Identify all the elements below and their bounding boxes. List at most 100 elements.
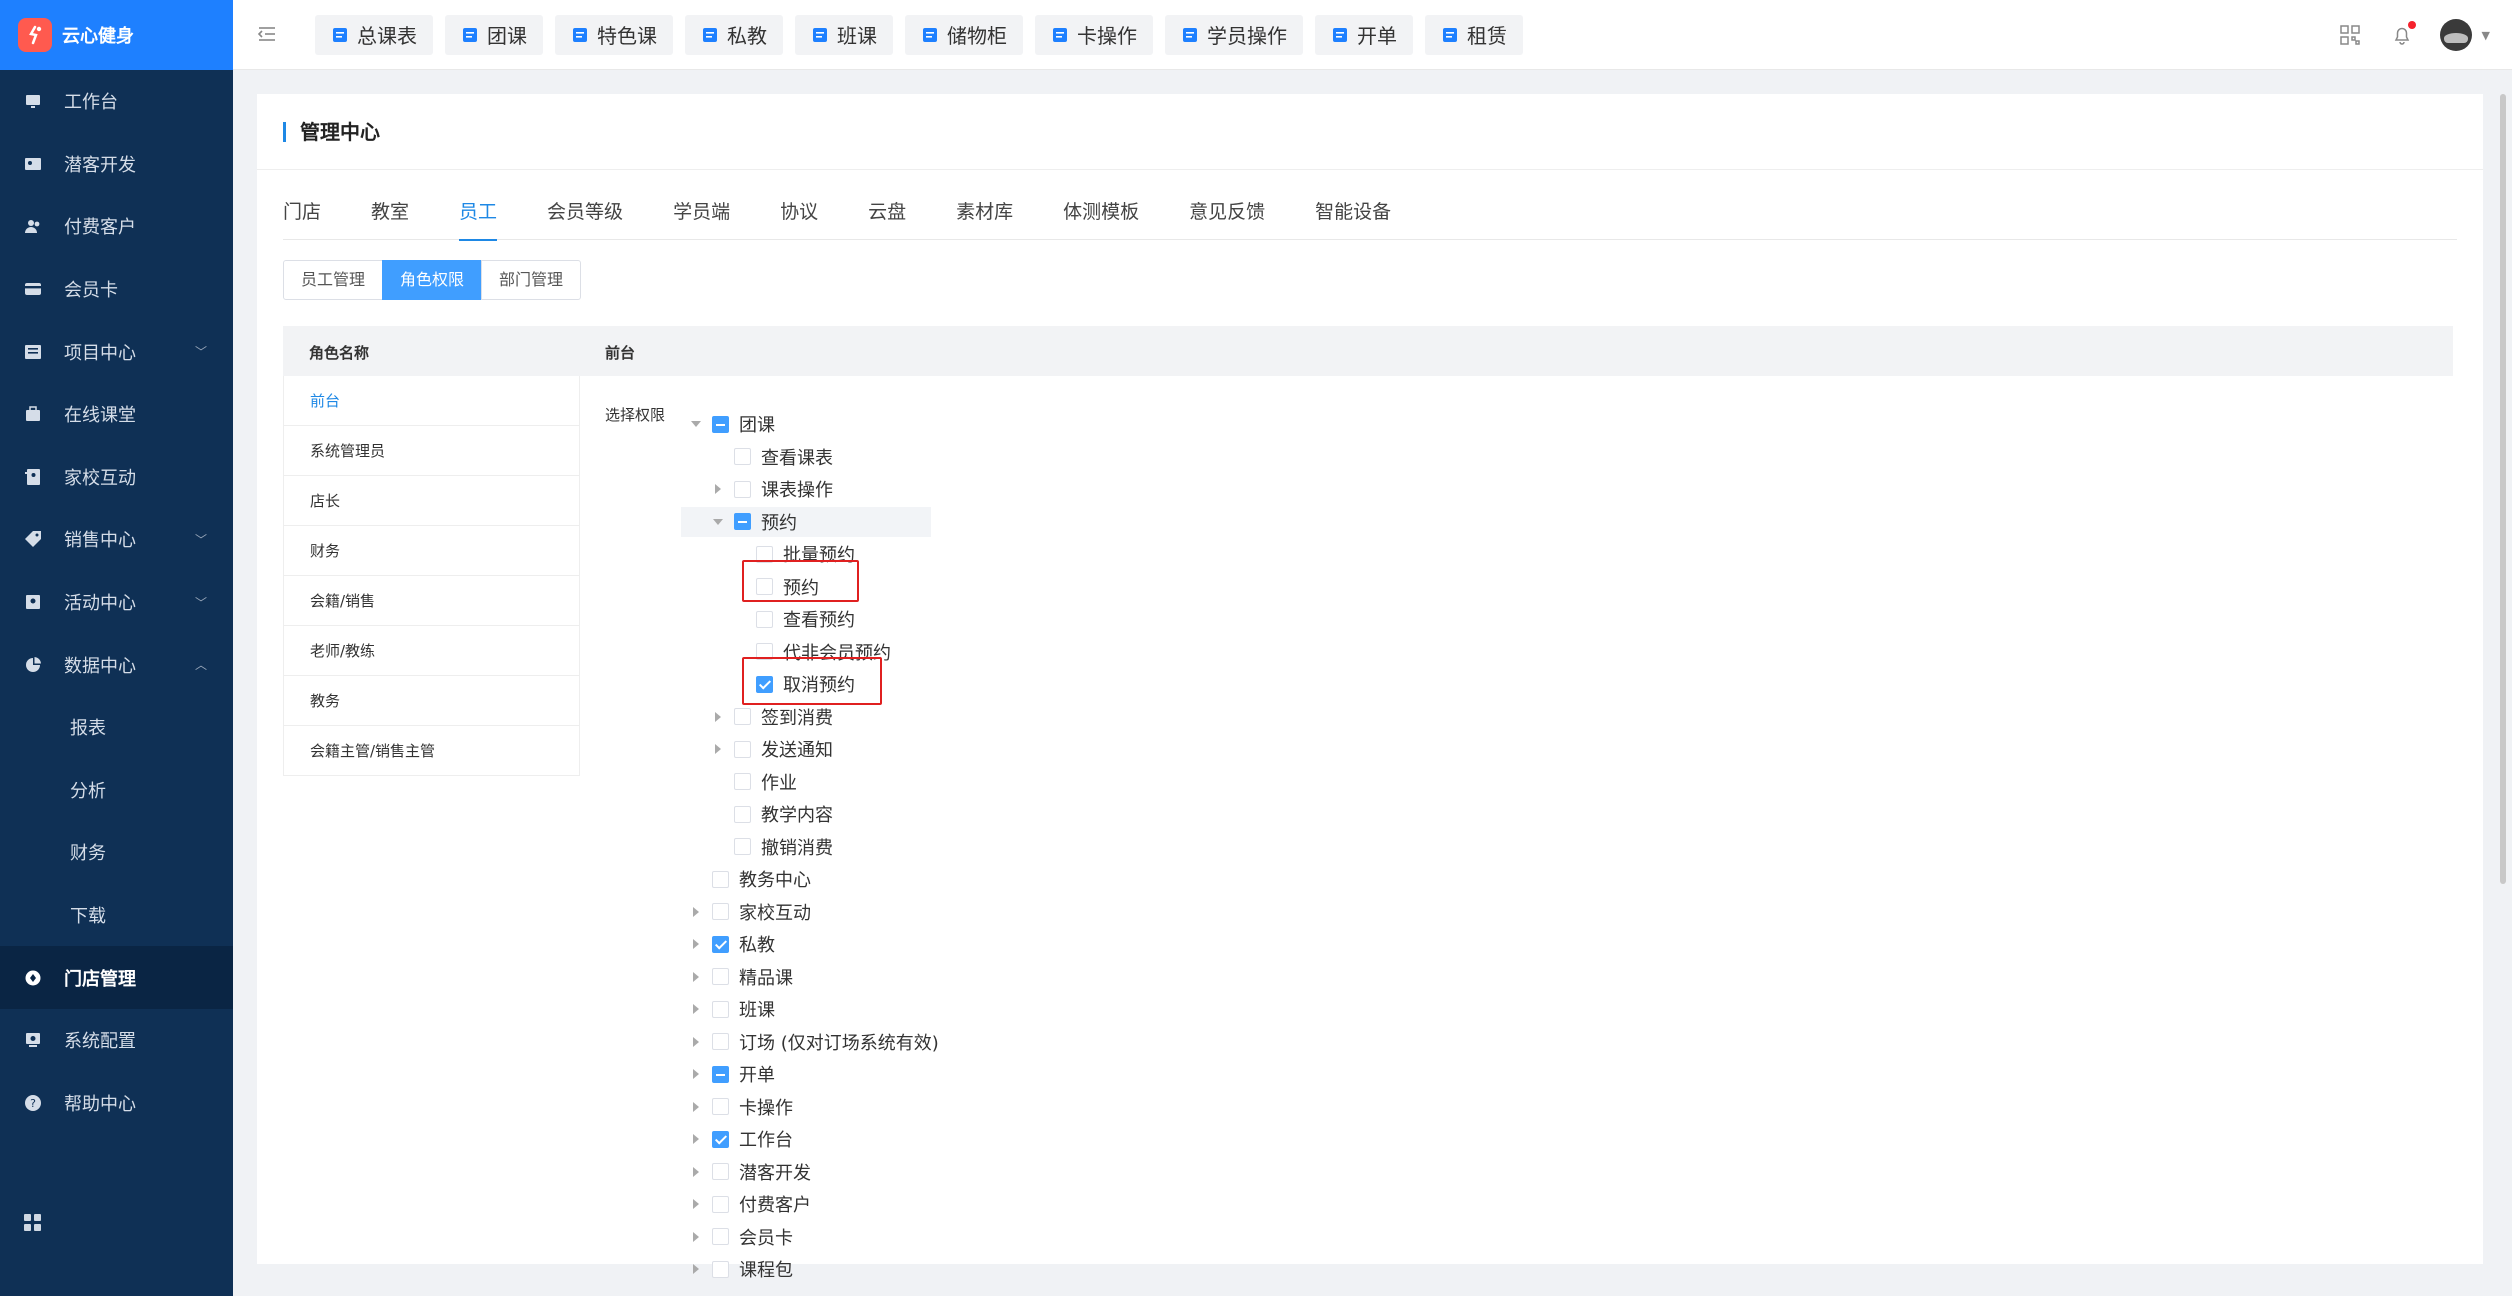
permission-checkbox[interactable] — [734, 480, 751, 498]
quick-button[interactable]: 团课 — [445, 14, 543, 55]
quick-button[interactable]: 私教 — [685, 14, 783, 55]
permission-checkbox[interactable] — [712, 1000, 729, 1018]
role-item[interactable]: 财务 — [283, 526, 579, 576]
tree-node[interactable]: 家校互动 — [712, 898, 811, 926]
permission-checkbox[interactable] — [712, 870, 729, 888]
sidebar-item[interactable]: 在线课堂 — [0, 383, 233, 446]
permission-checkbox[interactable] — [712, 1098, 729, 1115]
quick-button[interactable]: 学员操作 — [1165, 14, 1303, 55]
quick-button[interactable]: 特色课 — [555, 14, 673, 55]
sidebar-item[interactable]: ? 帮助中心 — [0, 1072, 233, 1135]
permission-checkbox[interactable] — [734, 773, 751, 790]
quick-button[interactable]: 租赁 — [1425, 14, 1523, 55]
tree-node[interactable]: 开单 — [712, 1060, 775, 1088]
permission-checkbox[interactable] — [712, 968, 729, 985]
tree-node[interactable]: 付费客户 — [712, 1190, 811, 1218]
tab-item[interactable]: 员工 — [459, 196, 498, 241]
tab-item[interactable]: 协议 — [780, 196, 818, 240]
caret-right-icon[interactable] — [693, 1069, 699, 1079]
quick-button[interactable]: 卡操作 — [1035, 14, 1153, 55]
role-item[interactable]: 店长 — [283, 476, 579, 526]
sidebar-subitem[interactable]: 分析 — [0, 759, 233, 822]
tab-item[interactable]: 云盘 — [868, 196, 906, 240]
sidebar-item[interactable]: 付费客户 — [0, 195, 233, 258]
permission-checkbox[interactable] — [756, 610, 773, 628]
caret-right-icon[interactable] — [693, 1166, 699, 1177]
permission-checkbox[interactable] — [712, 415, 729, 433]
tab-item[interactable]: 学员端 — [673, 196, 730, 240]
caret-right-icon[interactable] — [693, 1101, 699, 1112]
sidebar-item[interactable]: 系统配置 — [0, 1009, 233, 1072]
permission-checkbox[interactable] — [712, 1065, 729, 1083]
tree-node[interactable]: 预约 — [734, 508, 797, 536]
role-item[interactable]: 老师/教练 — [283, 626, 579, 676]
tab-item[interactable]: 教室 — [371, 196, 409, 240]
permission-checkbox[interactable] — [734, 513, 751, 530]
tab-item[interactable]: 意见反馈 — [1189, 196, 1265, 240]
caret-right-icon[interactable] — [693, 906, 699, 917]
caret-right-icon[interactable] — [715, 484, 721, 494]
tree-node[interactable]: 精品课 — [712, 963, 793, 991]
role-item[interactable]: 教务 — [283, 676, 579, 726]
tree-node[interactable]: 撤销消费 — [734, 833, 833, 861]
caret-right-icon[interactable] — [693, 1134, 699, 1144]
quick-button[interactable]: 班课 — [795, 14, 893, 55]
segment-button[interactable]: 角色权限 — [382, 260, 483, 300]
sidebar-item[interactable]: 潜客开发 — [0, 133, 233, 196]
apps-grid-icon[interactable] — [24, 1214, 42, 1232]
tab-item[interactable]: 智能设备 — [1315, 196, 1391, 240]
tree-node[interactable]: 课程包 — [712, 1255, 793, 1283]
segment-button[interactable]: 部门管理 — [481, 260, 582, 300]
qrcode-icon[interactable] — [2338, 23, 2362, 47]
sidebar-subitem[interactable]: 财务 — [0, 821, 233, 884]
permission-checkbox[interactable] — [712, 1195, 729, 1213]
sidebar-item[interactable]: 会员卡 — [0, 258, 233, 321]
tab-item[interactable]: 会员等级 — [547, 196, 623, 240]
tree-node[interactable]: 卡操作 — [712, 1093, 793, 1121]
app-logo[interactable]: 云心健身 — [0, 0, 233, 70]
permission-checkbox[interactable] — [734, 448, 751, 465]
permission-checkbox[interactable] — [734, 838, 751, 855]
sidebar-subitem[interactable]: 下载 — [0, 884, 233, 947]
tab-item[interactable]: 门店 — [283, 196, 321, 240]
tree-node[interactable]: 课表操作 — [734, 475, 833, 503]
tree-node[interactable]: 发送通知 — [734, 735, 833, 763]
tree-node[interactable]: 班课 — [712, 995, 775, 1023]
sidebar-item[interactable]: 销售中心 ﹀ — [0, 508, 233, 571]
permission-checkbox[interactable] — [712, 1033, 729, 1050]
caret-down-icon[interactable] — [691, 421, 701, 427]
caret-right-icon[interactable] — [693, 939, 699, 949]
role-item[interactable]: 前台 — [283, 376, 579, 426]
sidebar-item[interactable]: 项目中心 ﹀ — [0, 320, 233, 383]
tree-node[interactable]: 工作台 — [712, 1125, 793, 1153]
caret-right-icon[interactable] — [693, 1036, 699, 1047]
permission-checkbox[interactable] — [712, 935, 729, 953]
tree-node[interactable]: 私教 — [712, 930, 775, 958]
segment-button[interactable]: 员工管理 — [283, 260, 384, 300]
sidebar-item[interactable]: 数据中心 ︿ — [0, 633, 233, 696]
tree-node[interactable]: 作业 — [734, 768, 797, 796]
caret-down-icon[interactable] — [713, 518, 723, 525]
role-item[interactable]: 系统管理员 — [283, 426, 579, 476]
bell-icon[interactable] — [2390, 21, 2416, 47]
quick-button[interactable]: 总课表 — [315, 14, 433, 55]
scrollbar[interactable] — [2500, 94, 2506, 884]
caret-right-icon[interactable] — [693, 1199, 699, 1209]
tab-item[interactable]: 素材库 — [956, 196, 1013, 240]
caret-right-icon[interactable] — [715, 744, 721, 754]
sidebar-subitem[interactable]: 报表 — [0, 696, 233, 759]
tree-node[interactable]: 订场 (仅对订场系统有效) — [712, 1028, 939, 1056]
permission-checkbox[interactable] — [712, 903, 729, 920]
sidebar-item[interactable]: 工作台 — [0, 70, 233, 133]
permission-checkbox[interactable] — [712, 1163, 729, 1180]
sidebar-item[interactable]: 门店管理 — [0, 946, 233, 1009]
tree-node[interactable]: 潜客开发 — [712, 1158, 811, 1186]
caret-right-icon[interactable] — [693, 1231, 699, 1242]
quick-button[interactable]: 储物柜 — [905, 14, 1023, 55]
permission-checkbox[interactable] — [712, 1260, 729, 1278]
permission-checkbox[interactable] — [712, 1130, 729, 1148]
caret-right-icon[interactable] — [693, 1004, 699, 1014]
quick-button[interactable]: 开单 — [1315, 14, 1413, 55]
sidebar-item[interactable]: 家校互动 — [0, 446, 233, 509]
tree-node[interactable]: 团课 — [712, 410, 775, 438]
